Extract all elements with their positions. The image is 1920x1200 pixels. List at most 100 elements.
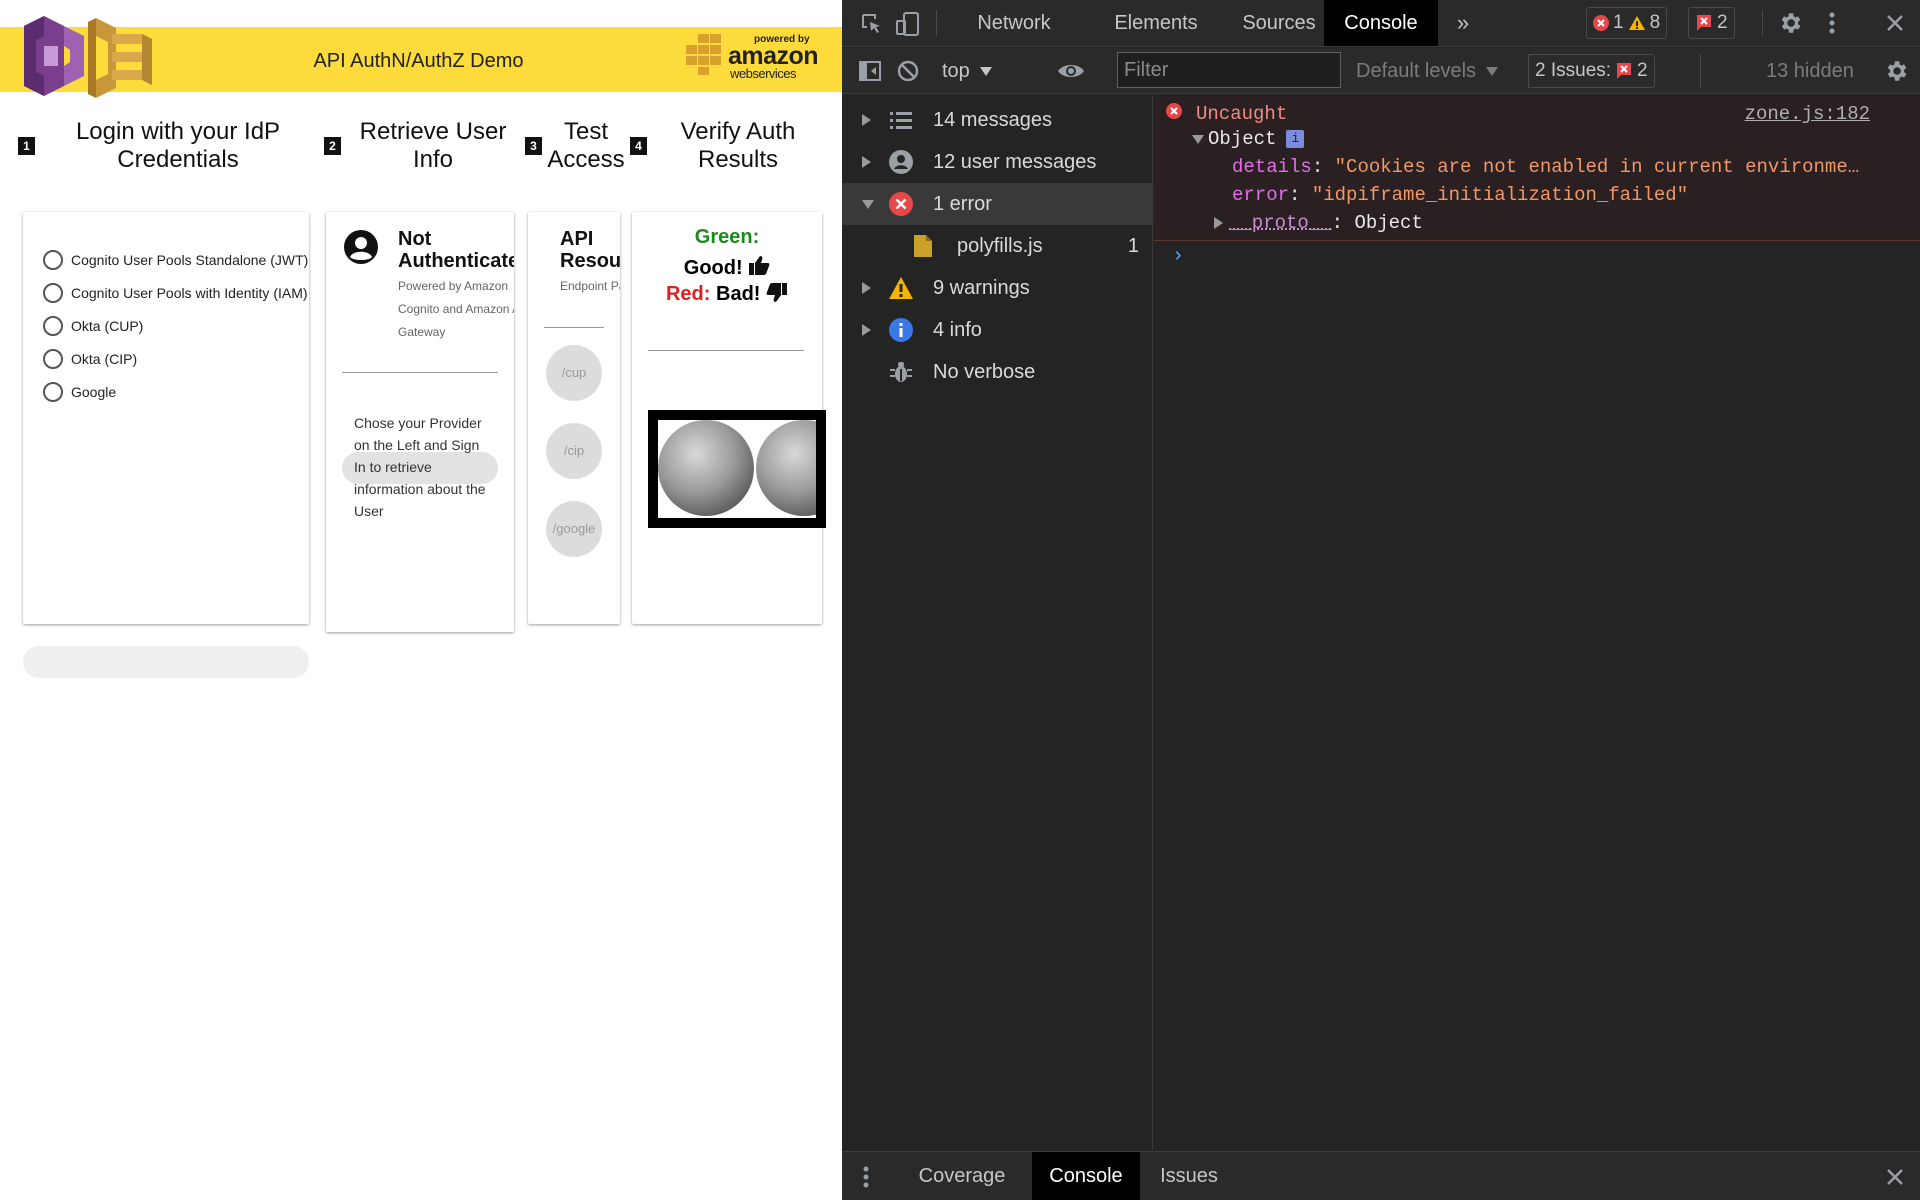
- property-key: __proto__: [1229, 212, 1332, 234]
- provider-option-cup-iam[interactable]: Cognito User Pools with Identity (IAM): [43, 283, 308, 303]
- details-property: details: "Cookies are not enabled in cur…: [1232, 156, 1860, 178]
- endpoint-google-button[interactable]: /google: [546, 501, 602, 557]
- issues-label: 2 Issues:: [1535, 60, 1612, 81]
- sidebar-item-info[interactable]: 4 info: [842, 309, 1153, 351]
- result-indicator: [648, 410, 826, 528]
- radio-icon[interactable]: [43, 283, 63, 303]
- live-expression-eye-icon[interactable]: [1056, 57, 1086, 85]
- step-title-verify: Verify Auth Results: [660, 118, 816, 174]
- radio-icon[interactable]: [43, 316, 63, 336]
- step-title-user-info: Retrieve User Info: [350, 118, 516, 174]
- issues-counter[interactable]: 2: [1688, 7, 1735, 39]
- expand-arrow-icon[interactable]: [862, 114, 871, 126]
- collapse-arrow-icon[interactable]: [862, 199, 874, 209]
- step-title-login: Login with your IdP Credentials: [62, 118, 294, 174]
- drawer-tab-coverage[interactable]: Coverage: [902, 1152, 1022, 1200]
- step-title-line: Verify Auth: [680, 118, 796, 145]
- console-settings-gear-icon[interactable]: [1882, 57, 1910, 85]
- expand-arrow-icon[interactable]: [862, 324, 871, 336]
- sidebar-label: 4 info: [933, 318, 982, 341]
- close-devtools-icon[interactable]: [1882, 10, 1908, 36]
- sidebar-item-user-messages[interactable]: 12 user messages: [842, 141, 1153, 183]
- tab-network[interactable]: Network: [960, 0, 1068, 46]
- sidebar-item-warnings[interactable]: 9 warnings: [842, 267, 1153, 309]
- sidebar-item-verbose[interactable]: No verbose: [842, 351, 1153, 393]
- title-line: Resou: [560, 250, 620, 272]
- inspect-element-icon[interactable]: [858, 10, 886, 38]
- kebab-menu-icon[interactable]: [1822, 9, 1842, 37]
- card-divider: [342, 372, 498, 373]
- step-badge-4: 4: [630, 137, 647, 155]
- user-status-title: Not Authenticate: [398, 228, 514, 272]
- sidebar-toggle-icon[interactable]: [856, 57, 884, 85]
- info-badge-icon[interactable]: i: [1286, 130, 1305, 148]
- sidebar-item-errors[interactable]: 1 error: [842, 183, 1153, 225]
- object-expander[interactable]: Object i: [1192, 128, 1305, 150]
- step-title-line: Access: [547, 146, 625, 173]
- error-count: 1: [1613, 12, 1624, 33]
- provider-label: Cognito User Pools Standalone (JWT): [71, 252, 309, 268]
- title-line: API: [560, 228, 594, 250]
- console-error-message: Uncaught zone.js:182 Object i details: "…: [1154, 95, 1920, 241]
- step-badge-3: 3: [525, 137, 542, 155]
- endpoint-cip-button[interactable]: /cip: [546, 423, 602, 479]
- step-title-line: Login with your IdP: [75, 118, 281, 145]
- endpoint-cup-button[interactable]: /cup: [546, 345, 602, 401]
- provider-option-cup-jwt[interactable]: Cognito User Pools Standalone (JWT): [43, 250, 308, 270]
- expand-arrow-icon[interactable]: [1214, 217, 1223, 229]
- radio-icon[interactable]: [43, 382, 63, 402]
- context-selector[interactable]: top: [934, 54, 1016, 88]
- drawer-tab-console[interactable]: Console: [1032, 1152, 1140, 1200]
- tab-console[interactable]: Console: [1324, 0, 1438, 46]
- collapse-arrow-icon[interactable]: [1192, 134, 1204, 144]
- issues-button[interactable]: 2 Issues: 2: [1528, 54, 1655, 88]
- proto-property[interactable]: __proto__: Object: [1214, 212, 1423, 234]
- card-divider: [648, 350, 804, 351]
- thumbs-down-icon: [766, 283, 788, 302]
- card-divider: [544, 327, 604, 328]
- settings-gear-icon[interactable]: [1776, 9, 1804, 37]
- error-warning-counter[interactable]: 1 8: [1586, 7, 1668, 39]
- error-icon: [1166, 103, 1182, 119]
- step-badge-2: 2: [324, 137, 341, 155]
- api-card-title: API Resou: [560, 228, 620, 272]
- console-filter-input[interactable]: [1117, 52, 1341, 88]
- sidebar-item-messages[interactable]: 14 messages: [842, 99, 1153, 141]
- provider-option-google[interactable]: Google: [43, 382, 116, 402]
- more-tabs-icon[interactable]: »: [1450, 10, 1476, 36]
- step-title-test-access: Test Access: [542, 118, 630, 174]
- green-label: Green:: [694, 226, 760, 248]
- provider-option-okta-cip[interactable]: Okta (CIP): [43, 349, 137, 369]
- console-prompt-icon[interactable]: ›: [1172, 245, 1184, 268]
- radio-icon[interactable]: [43, 349, 63, 369]
- aws-webservices-text: webservices: [730, 66, 797, 81]
- expand-arrow-icon[interactable]: [862, 282, 871, 294]
- title-line: Not: [398, 228, 432, 250]
- user-card-subtitle: Powered by Amazon Cognito and Amazon AP …: [398, 275, 514, 344]
- close-drawer-icon[interactable]: [1882, 1164, 1908, 1190]
- user-circle-icon: [888, 149, 914, 175]
- clear-console-icon[interactable]: [894, 57, 922, 85]
- tab-elements[interactable]: Elements: [1100, 0, 1212, 46]
- sidebar-label: 1 error: [933, 192, 992, 215]
- device-toolbar-icon[interactable]: [894, 10, 922, 38]
- drawer-menu-icon[interactable]: [858, 1164, 874, 1190]
- source-link[interactable]: zone.js:182: [1745, 103, 1870, 125]
- bad-label: Bad!: [716, 283, 761, 305]
- step-title-line: Credentials: [117, 146, 239, 173]
- console-sidebar: 14 messages 12 user messages 1 error pol…: [842, 95, 1153, 1150]
- tab-sources[interactable]: Sources: [1224, 0, 1334, 46]
- toolbar-separator: [1700, 54, 1701, 88]
- object-label: Object: [1208, 128, 1277, 150]
- expand-arrow-icon[interactable]: [862, 156, 871, 168]
- user-card-hint: Chose your Provider on the Left and Sign…: [354, 412, 486, 522]
- sidebar-item-file-polyfills[interactable]: polyfills.js 1: [842, 225, 1153, 267]
- error-icon: [888, 191, 914, 217]
- drawer-tab-issues[interactable]: Issues: [1144, 1152, 1234, 1200]
- drawer-tabbar: Coverage Console Issues: [842, 1151, 1920, 1200]
- radio-icon[interactable]: [43, 250, 63, 270]
- provider-label: Google: [71, 384, 117, 400]
- property-value: Object: [1354, 212, 1423, 234]
- log-levels-dropdown[interactable]: Default levels: [1356, 54, 1499, 88]
- provider-option-okta-cup[interactable]: Okta (CUP): [43, 316, 143, 336]
